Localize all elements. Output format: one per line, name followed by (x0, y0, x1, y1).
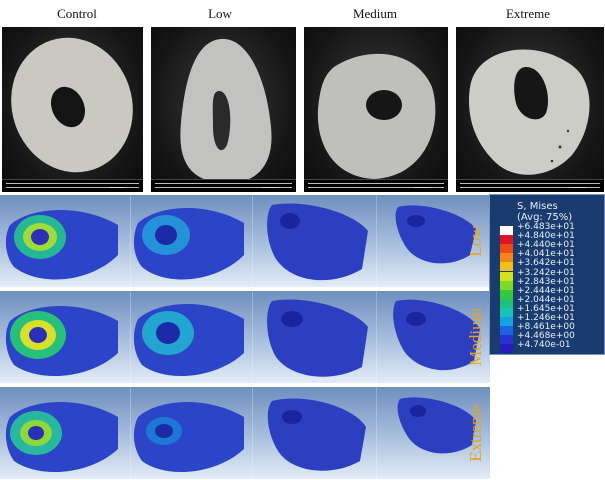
fe-model-low-extreme (130, 387, 253, 479)
fe-model-medium-medium (252, 291, 377, 383)
fe-model-low-medium (130, 291, 253, 383)
legend-swatch (500, 307, 513, 317)
legend-swatch (500, 262, 513, 272)
fe-row-low (0, 195, 490, 287)
fe-row-medium (0, 291, 490, 383)
legend-value: +4.740e-01 (517, 340, 571, 351)
legend-swatch (500, 235, 513, 245)
legend-swatch (500, 326, 513, 336)
legend-swatch (500, 317, 513, 326)
column-title-extreme: Extreme (505, 6, 551, 21)
sem-image-medium (304, 27, 448, 192)
fe-model-control-extreme (0, 387, 131, 479)
fe-row-extreme (0, 387, 490, 479)
legend-swatch (500, 344, 513, 354)
legend-swatch (500, 253, 513, 263)
legend-swatch (500, 335, 513, 345)
legend-title: S, Mises (517, 201, 558, 212)
legend-swatch (500, 244, 513, 254)
row-label-extreme: Extreme (466, 404, 485, 462)
stress-legend: S, Mises (Avg: 75%) +6.483e+01 +4.840e+01… (489, 194, 605, 355)
legend-swatch (500, 226, 513, 235)
column-title-medium: Medium (352, 6, 398, 21)
fe-model-medium-low (252, 195, 377, 287)
column-title-control: Control (57, 6, 97, 21)
legend-swatch (500, 271, 513, 281)
legend-swatch (500, 298, 513, 308)
sem-image-control (2, 27, 143, 192)
row-label-low: Low (466, 225, 485, 257)
fe-model-medium-extreme (252, 387, 377, 479)
row-label-medium: Medium (466, 308, 485, 366)
legend-swatch (500, 280, 513, 290)
fe-model-control-medium (0, 291, 131, 383)
fe-model-control-low (0, 195, 131, 287)
sem-image-extreme (456, 27, 604, 192)
fe-results-grid: Low Medium Extreme (0, 195, 490, 480)
legend-swatch (500, 289, 513, 299)
sem-image-low (151, 27, 296, 192)
column-title-low: Low (208, 6, 232, 21)
fe-model-low-low (130, 195, 253, 287)
